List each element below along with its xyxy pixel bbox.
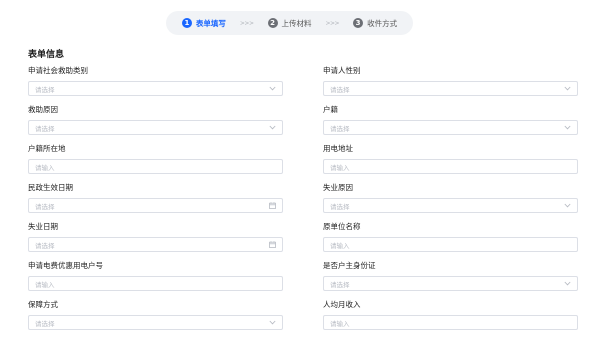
field-placeholder: 请输入 [330,319,350,328]
select-field[interactable]: 请选择 [28,81,283,96]
text-input[interactable]: 请输入 [323,237,578,252]
field-placeholder: 请输入 [330,163,350,172]
text-input[interactable]: 请输入 [323,315,578,330]
field-label: 民政生效日期 [28,183,73,192]
application-form: 申请社会救助类别 请选择 申请人性别 请选择 救助原因 请选择 户籍 请选择 户籍所在地 请输入用… [28,66,578,339]
form-field: 申请人性别 请选择 [323,66,578,105]
step-number-2: 2 [267,18,278,28]
form-row: 保障方式请选择 人均月收入请输入 [28,300,578,339]
form-field: 救助原因 请选择 [28,105,283,144]
step-label-3: 收件方式 [367,18,398,28]
date-picker[interactable]: 请选择 [28,237,283,252]
field-placeholder: 请选择 [35,202,55,211]
chevron-down-icon [563,85,571,93]
step-3[interactable]: 3 收件方式 [353,18,397,29]
field-placeholder: 请选择 [35,124,55,133]
select-field[interactable]: 请选择 [28,315,283,330]
form-field: 失业日期 请选择 [28,222,283,261]
chevron-down-icon [563,280,571,288]
form-row: 民政生效日期 请选择 失业原因 请选择 [28,183,578,222]
field-label: 是否户主身份证 [323,261,376,270]
chevron-down-icon [268,124,276,132]
field-label: 申请电费优惠用电户号 [28,261,103,270]
calendar-icon [268,241,276,249]
step-indicator: 1 表单填写 >>> 2 上传材料 >>> 3 收件方式 [166,11,413,35]
select-field[interactable]: 请选择 [323,276,578,291]
calendar-icon [268,202,276,210]
field-placeholder: 请输入 [330,241,350,250]
field-placeholder: 请选择 [330,85,350,94]
form-field: 失业原因 请选择 [323,183,578,222]
select-field[interactable]: 请选择 [323,81,578,96]
step-number-3: 3 [353,18,364,28]
field-label: 申请社会救助类别 [28,66,88,75]
step-2[interactable]: 2 上传材料 [267,18,312,29]
field-label: 失业日期 [28,222,58,231]
field-label: 申请人性别 [323,66,361,75]
form-row: 申请社会救助类别 请选择 申请人性别 请选择 [28,66,578,105]
step-separator-icon: >>> [325,19,340,27]
form-row: 失业日期请选择 原单位名称请输入 [28,222,578,261]
form-field: 是否户主身份证请选择 [323,261,578,300]
field-placeholder: 请输入 [35,280,55,289]
select-field[interactable]: 请选择 [323,120,578,135]
chevron-down-icon [563,124,571,132]
field-placeholder: 请输入 [35,163,55,172]
chevron-down-icon [268,85,276,93]
step-separator-icon: >>> [239,19,254,27]
date-picker[interactable]: 请选择 [28,198,283,213]
text-input[interactable]: 请输入 [323,159,578,174]
form-field: 民政生效日期请选择 [28,183,283,222]
section-title: 表单信息 [28,50,65,60]
form-field: 申请社会救助类别请选择 [28,66,283,105]
step-number-1: 1 [181,18,192,28]
field-placeholder: 请选择 [330,280,350,289]
field-placeholder: 请选择 [35,241,55,250]
step-label-2: 上传材料 [281,18,312,28]
select-field[interactable]: 请选择 [323,198,578,213]
field-label: 户籍 [323,105,338,114]
select-field[interactable]: 请选择 [28,120,283,135]
form-row: 申请电费优惠用电户号请输入 是否户主身份证请选择 [28,261,578,300]
chevron-down-icon [268,319,276,327]
form-field: 户籍所在地 请输入 [28,144,283,183]
form-field: 原单位名称 请输入 [323,222,578,261]
text-input[interactable]: 请输入 [28,159,283,174]
form-field: 申请电费优惠用电户号请输入 [28,261,283,300]
chevron-down-icon [563,202,571,210]
field-label: 户籍所在地 [28,144,66,153]
form-field: 用电地址 请输入 [323,144,578,183]
field-placeholder: 请选择 [35,319,55,328]
form-field: 人均月收入 请输入 [323,300,578,339]
field-label: 失业原因 [323,183,353,192]
field-placeholder: 请选择 [330,202,350,211]
form-row: 救助原因 请选择 户籍 请选择 [28,105,578,144]
field-placeholder: 请选择 [35,85,55,94]
field-label: 原单位名称 [323,222,361,231]
field-label: 救助原因 [28,105,58,114]
form-field: 户籍请选择 [323,105,578,144]
field-label: 用电地址 [323,144,353,153]
field-label: 保障方式 [28,300,58,309]
step-label-1: 表单填写 [195,18,226,28]
step-1[interactable]: 1 表单填写 [181,18,226,29]
field-label: 人均月收入 [323,300,361,309]
form-row: 户籍所在地 请输入 用电地址 请输入 [28,144,578,183]
form-field: 保障方式 请选择 [28,300,283,339]
field-placeholder: 请选择 [330,124,350,133]
text-input[interactable]: 请输入 [28,276,283,291]
